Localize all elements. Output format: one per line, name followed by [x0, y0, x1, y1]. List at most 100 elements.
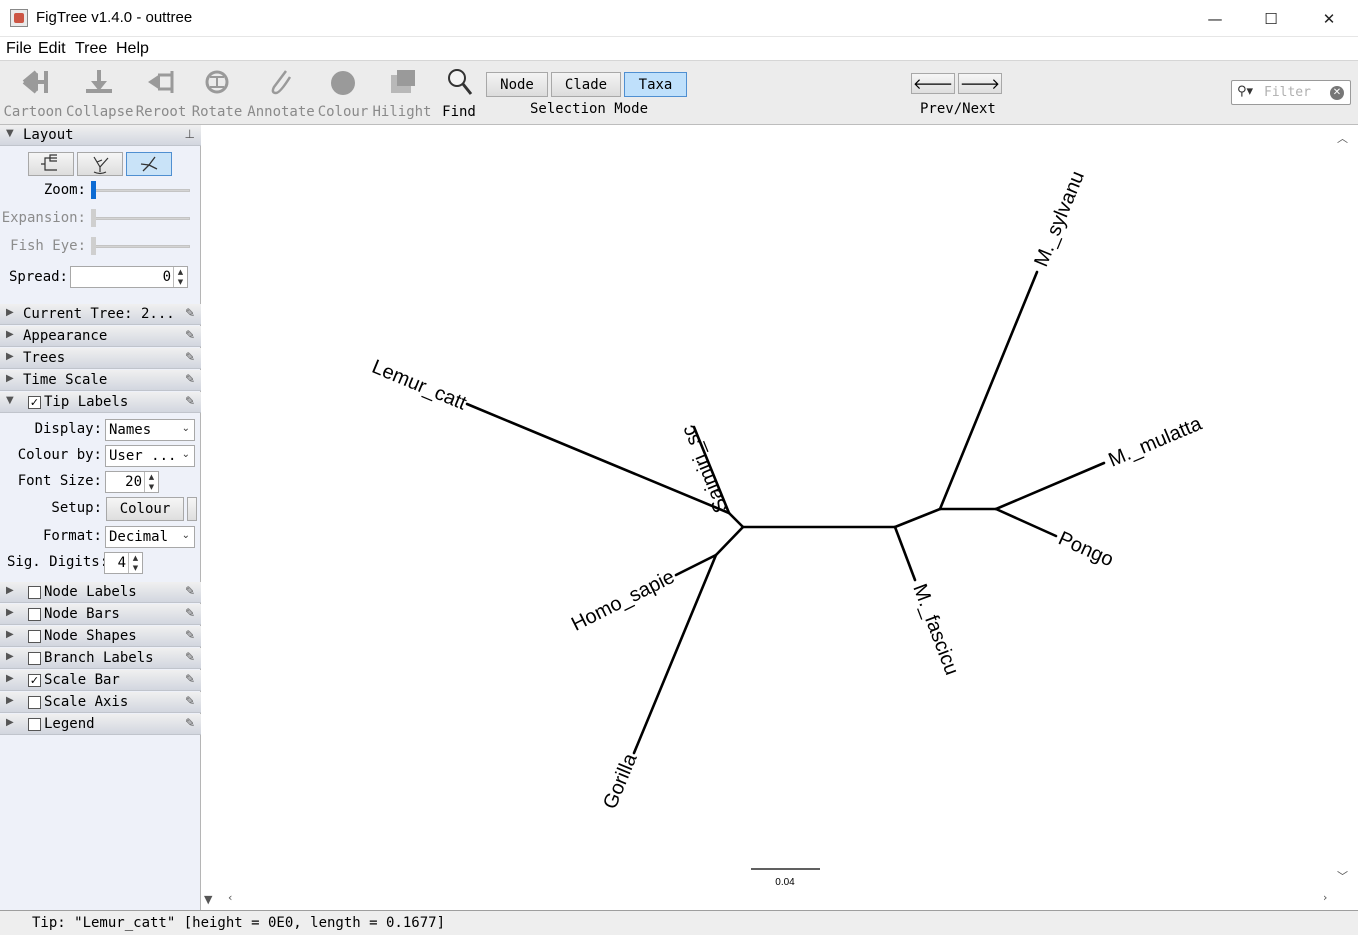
menu-edit[interactable]: Edit	[38, 40, 66, 58]
title-bar: FigTree v1.4.0 - outtree — ☐ ✕	[0, 0, 1358, 37]
pin-icon[interactable]: ✎	[185, 350, 195, 364]
format-select[interactable]: Decimal ⌄	[105, 526, 195, 548]
panel-scroll-down-icon[interactable]: ▼	[204, 893, 212, 906]
section-time-scale[interactable]: ▶ Time Scale ✎	[0, 370, 201, 391]
spinner-arrows-icon[interactable]: ▲ ▼	[173, 267, 187, 287]
pin-icon[interactable]: ✎	[185, 584, 195, 598]
tree-canvas[interactable]: M._sylvanu Saimiri_sc Lemur_catt M._mula…	[223, 128, 1336, 889]
clear-icon[interactable]: ✕	[1330, 86, 1344, 100]
reroot-button[interactable]: Reroot	[134, 63, 188, 123]
menu-file[interactable]: File	[6, 40, 32, 58]
node-labels-checkbox[interactable]	[28, 586, 41, 599]
legend-checkbox[interactable]	[28, 718, 41, 731]
chevron-down-icon: ⌄	[181, 449, 190, 460]
pin-icon[interactable]: ✎	[185, 606, 195, 620]
section-node-bars[interactable]: ▶ Node Bars ✎	[0, 604, 201, 625]
tip-labels-checkbox[interactable]: ✓	[28, 396, 41, 409]
selection-taxa-button[interactable]: Taxa	[624, 72, 687, 97]
find-button[interactable]: Find	[436, 63, 482, 123]
section-layout[interactable]: ▼ Layout ⊥	[0, 125, 201, 146]
scale-axis-checkbox[interactable]	[28, 696, 41, 709]
setup-label: Setup:	[51, 500, 102, 516]
spinner-arrows-icon[interactable]: ▲ ▼	[128, 553, 142, 573]
minimize-button[interactable]: —	[1186, 0, 1244, 37]
menu-help[interactable]: Help	[116, 40, 149, 58]
close-button[interactable]: ✕	[1300, 0, 1358, 37]
prev-button[interactable]: 🡐	[911, 73, 955, 94]
chevron-up-icon[interactable]: ︿	[1337, 130, 1348, 146]
colour-by-select[interactable]: User ... ⌄	[105, 445, 195, 467]
next-button[interactable]: 🡒	[958, 73, 1002, 94]
vertical-scrollbar[interactable]: ︿ ﹀	[1337, 128, 1351, 889]
section-scale-axis[interactable]: ▶ Scale Axis ✎	[0, 692, 201, 713]
pin-icon[interactable]: ✎	[185, 650, 195, 664]
spinner-arrows-icon[interactable]: ▲ ▼	[144, 472, 158, 492]
section-node-shapes[interactable]: ▶ Node Shapes ✎	[0, 626, 201, 647]
tip-label-lemur[interactable]: Lemur_catt	[369, 356, 470, 415]
menu-tree[interactable]: Tree	[75, 40, 107, 58]
tip-label-homo[interactable]: Homo_sapie	[568, 566, 678, 636]
hilight-label: Hilight	[372, 104, 432, 120]
polar-layout-icon	[93, 156, 109, 175]
sig-digits-spinner[interactable]: 4 ▲ ▼	[104, 552, 143, 574]
rotate-button[interactable]: Rotate	[190, 63, 244, 123]
section-legend[interactable]: ▶ Legend ✎	[0, 714, 201, 735]
chevron-left-icon[interactable]: ‹	[228, 891, 232, 904]
maximize-button[interactable]: ☐	[1242, 0, 1300, 37]
section-tip-labels[interactable]: ▼ ✓ Tip Labels ✎	[0, 392, 201, 413]
zoom-slider-thumb[interactable]	[91, 181, 96, 199]
setup-colour-button[interactable]: Colour	[106, 497, 184, 521]
section-current-tree[interactable]: ▶ Current Tree: 2... ✎	[0, 304, 201, 325]
branch-labels-checkbox[interactable]	[28, 652, 41, 665]
section-appearance[interactable]: ▶ Appearance ✎	[0, 326, 201, 347]
tip-label-sylvanu[interactable]: M._sylvanu	[1030, 168, 1089, 270]
pin-icon[interactable]: ✎	[185, 694, 195, 708]
polar-layout-button[interactable]	[77, 152, 123, 176]
tip-label-pongo[interactable]: Pongo	[1055, 527, 1117, 571]
branch-mulatta[interactable]	[994, 461, 1106, 511]
pin-icon[interactable]: ✎	[185, 394, 195, 408]
section-branch-labels[interactable]: ▶ Branch Labels ✎	[0, 648, 201, 669]
section-node-labels-label: Node Labels	[44, 584, 137, 600]
chevron-down-icon[interactable]: ﹀	[1337, 868, 1348, 884]
spread-spinner[interactable]: 0 ▲ ▼	[70, 266, 188, 288]
hilight-button[interactable]: Hilight	[372, 63, 432, 123]
branch-sylvanus[interactable]	[938, 270, 1039, 511]
horizontal-scrollbar[interactable]: ‹ ›	[223, 890, 1336, 908]
tip-label-gorilla[interactable]: Gorilla	[599, 750, 642, 813]
pin-icon[interactable]: ✎	[185, 716, 195, 730]
pin-icon[interactable]: ✎	[185, 328, 195, 342]
pin-icon[interactable]: ✎	[185, 306, 195, 320]
filter-input[interactable]: ⚲▾ Filter ✕	[1231, 80, 1351, 105]
collapsed-triangle-icon: ▶	[6, 329, 14, 340]
setup-extra-button[interactable]	[187, 497, 197, 521]
scale-bar-checkbox[interactable]: ✓	[28, 674, 41, 687]
branch-pongo[interactable]	[994, 507, 1058, 538]
chevron-right-icon[interactable]: ›	[1323, 891, 1327, 904]
collapse-button[interactable]: Collapse	[66, 63, 133, 123]
branch-fascicularis[interactable]	[893, 525, 917, 582]
pin-icon[interactable]: ⊥	[185, 127, 195, 141]
prev-next-caption: Prev/Next	[920, 101, 996, 117]
pin-icon[interactable]: ✎	[185, 672, 195, 686]
selection-node-button[interactable]: Node	[486, 72, 548, 97]
rectangular-layout-button[interactable]	[28, 152, 74, 176]
pin-icon[interactable]: ✎	[185, 372, 195, 386]
section-trees[interactable]: ▶ Trees ✎	[0, 348, 201, 369]
collapsed-triangle-icon: ▶	[6, 351, 14, 362]
colour-button[interactable]: Colour	[316, 63, 370, 123]
selection-clade-button[interactable]: Clade	[551, 72, 621, 97]
font-size-spinner[interactable]: 20 ▲ ▼	[105, 471, 159, 493]
zoom-slider[interactable]	[92, 189, 190, 192]
section-scale-bar[interactable]: ▶ ✓ Scale Bar ✎	[0, 670, 201, 691]
section-node-labels[interactable]: ▶ Node Labels ✎	[0, 582, 201, 603]
pin-icon[interactable]: ✎	[185, 628, 195, 642]
node-bars-checkbox[interactable]	[28, 608, 41, 621]
tip-label-mulatta[interactable]: M._mulatta	[1105, 412, 1205, 471]
node-shapes-checkbox[interactable]	[28, 630, 41, 643]
cartoon-button[interactable]: Cartoon	[2, 63, 64, 123]
annotate-button[interactable]: Annotate	[246, 63, 316, 123]
tip-label-fascicu[interactable]: M._fascicu	[908, 581, 962, 678]
display-select[interactable]: Names ⌄	[105, 419, 195, 441]
radial-layout-button[interactable]	[126, 152, 172, 176]
